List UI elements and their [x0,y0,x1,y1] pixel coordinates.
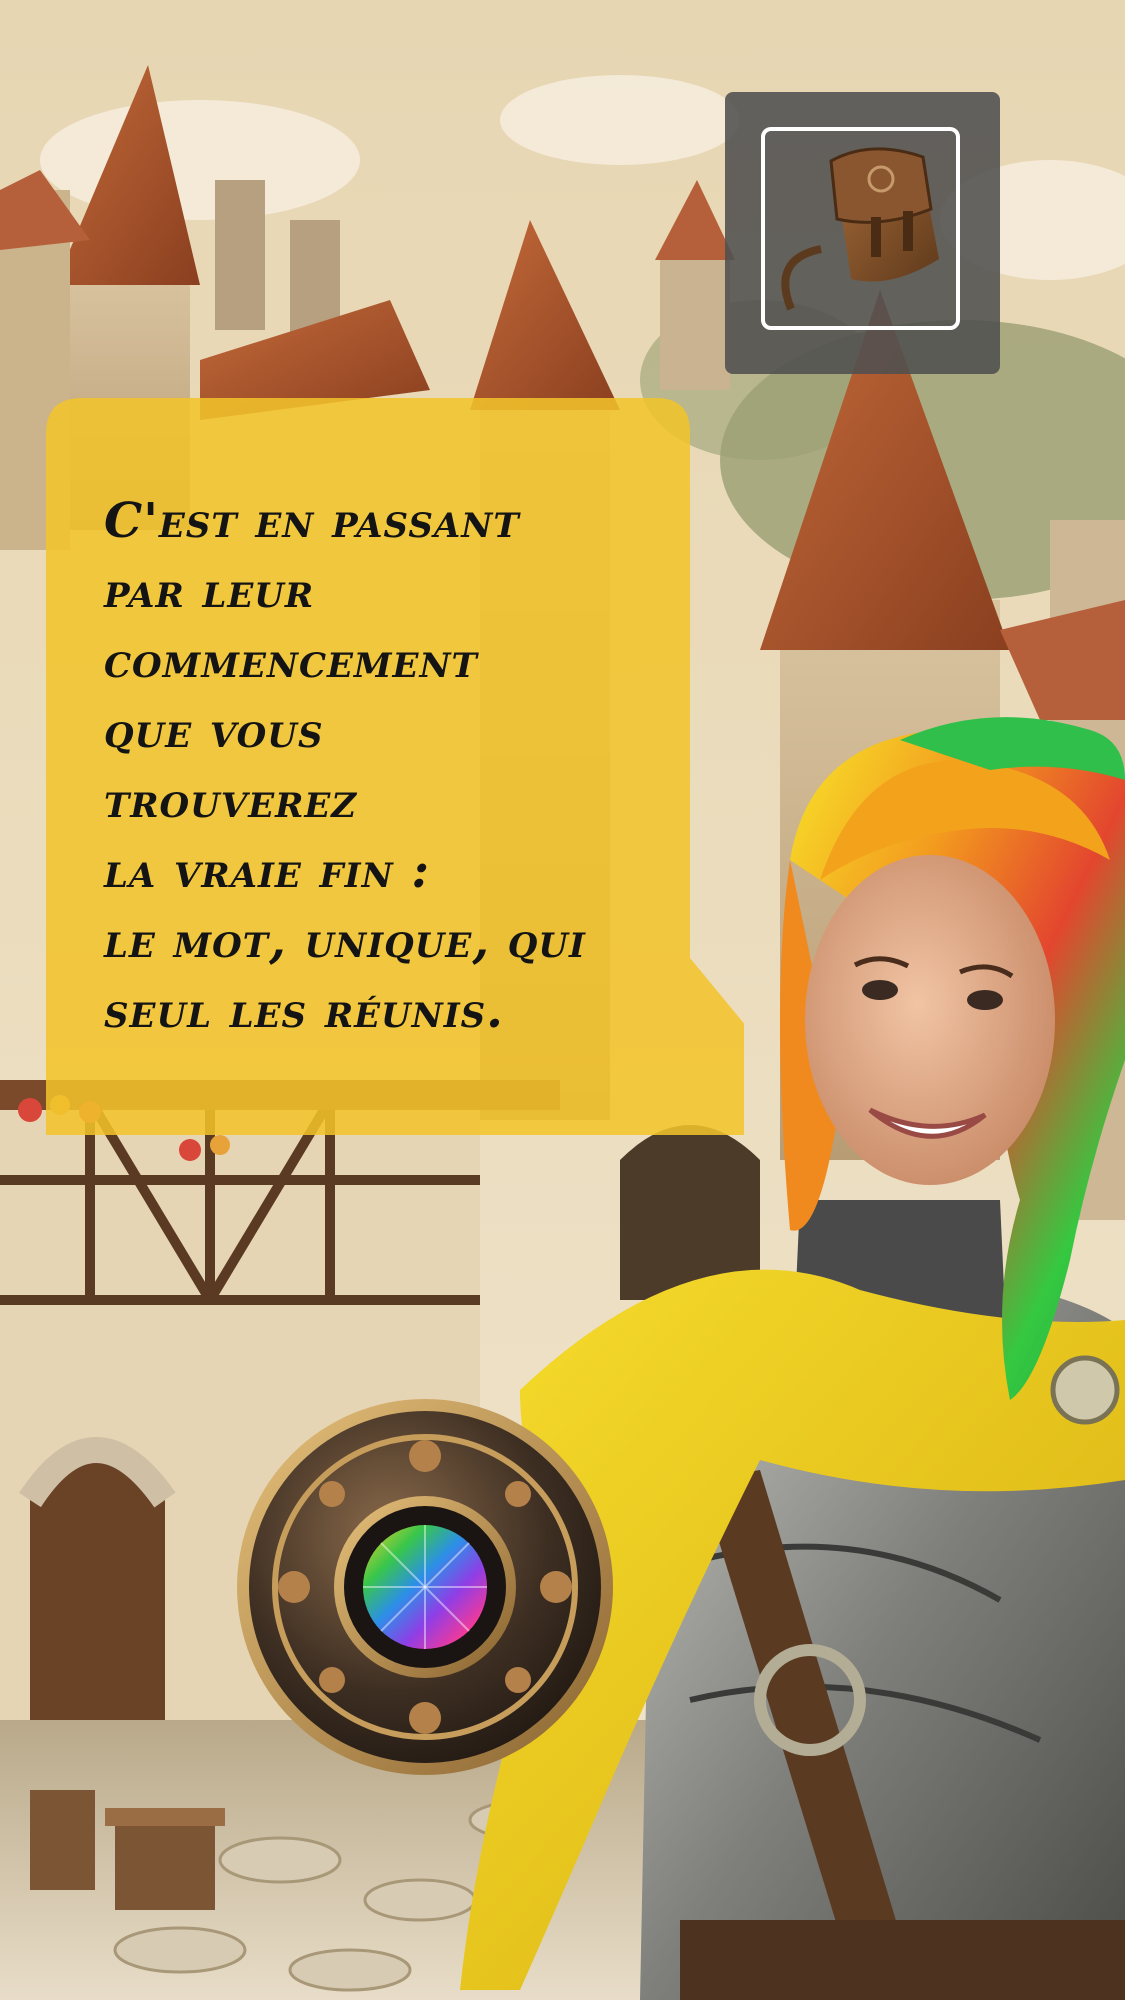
inventory-slot[interactable] [761,127,960,330]
inventory-button[interactable] [725,92,1000,374]
rainbow-gem-medallion-icon [237,1399,613,1775]
leather-satchel-icon [781,147,939,311]
dialog-bubble: C'est en passant par leur commencement q… [46,398,744,1135]
dialog-text: C'est en passant par leur commencement q… [104,493,586,1039]
game-scene: C'est en passant par leur commencement q… [0,0,1125,2000]
rainbow-gem-medallion[interactable] [234,1396,616,1778]
